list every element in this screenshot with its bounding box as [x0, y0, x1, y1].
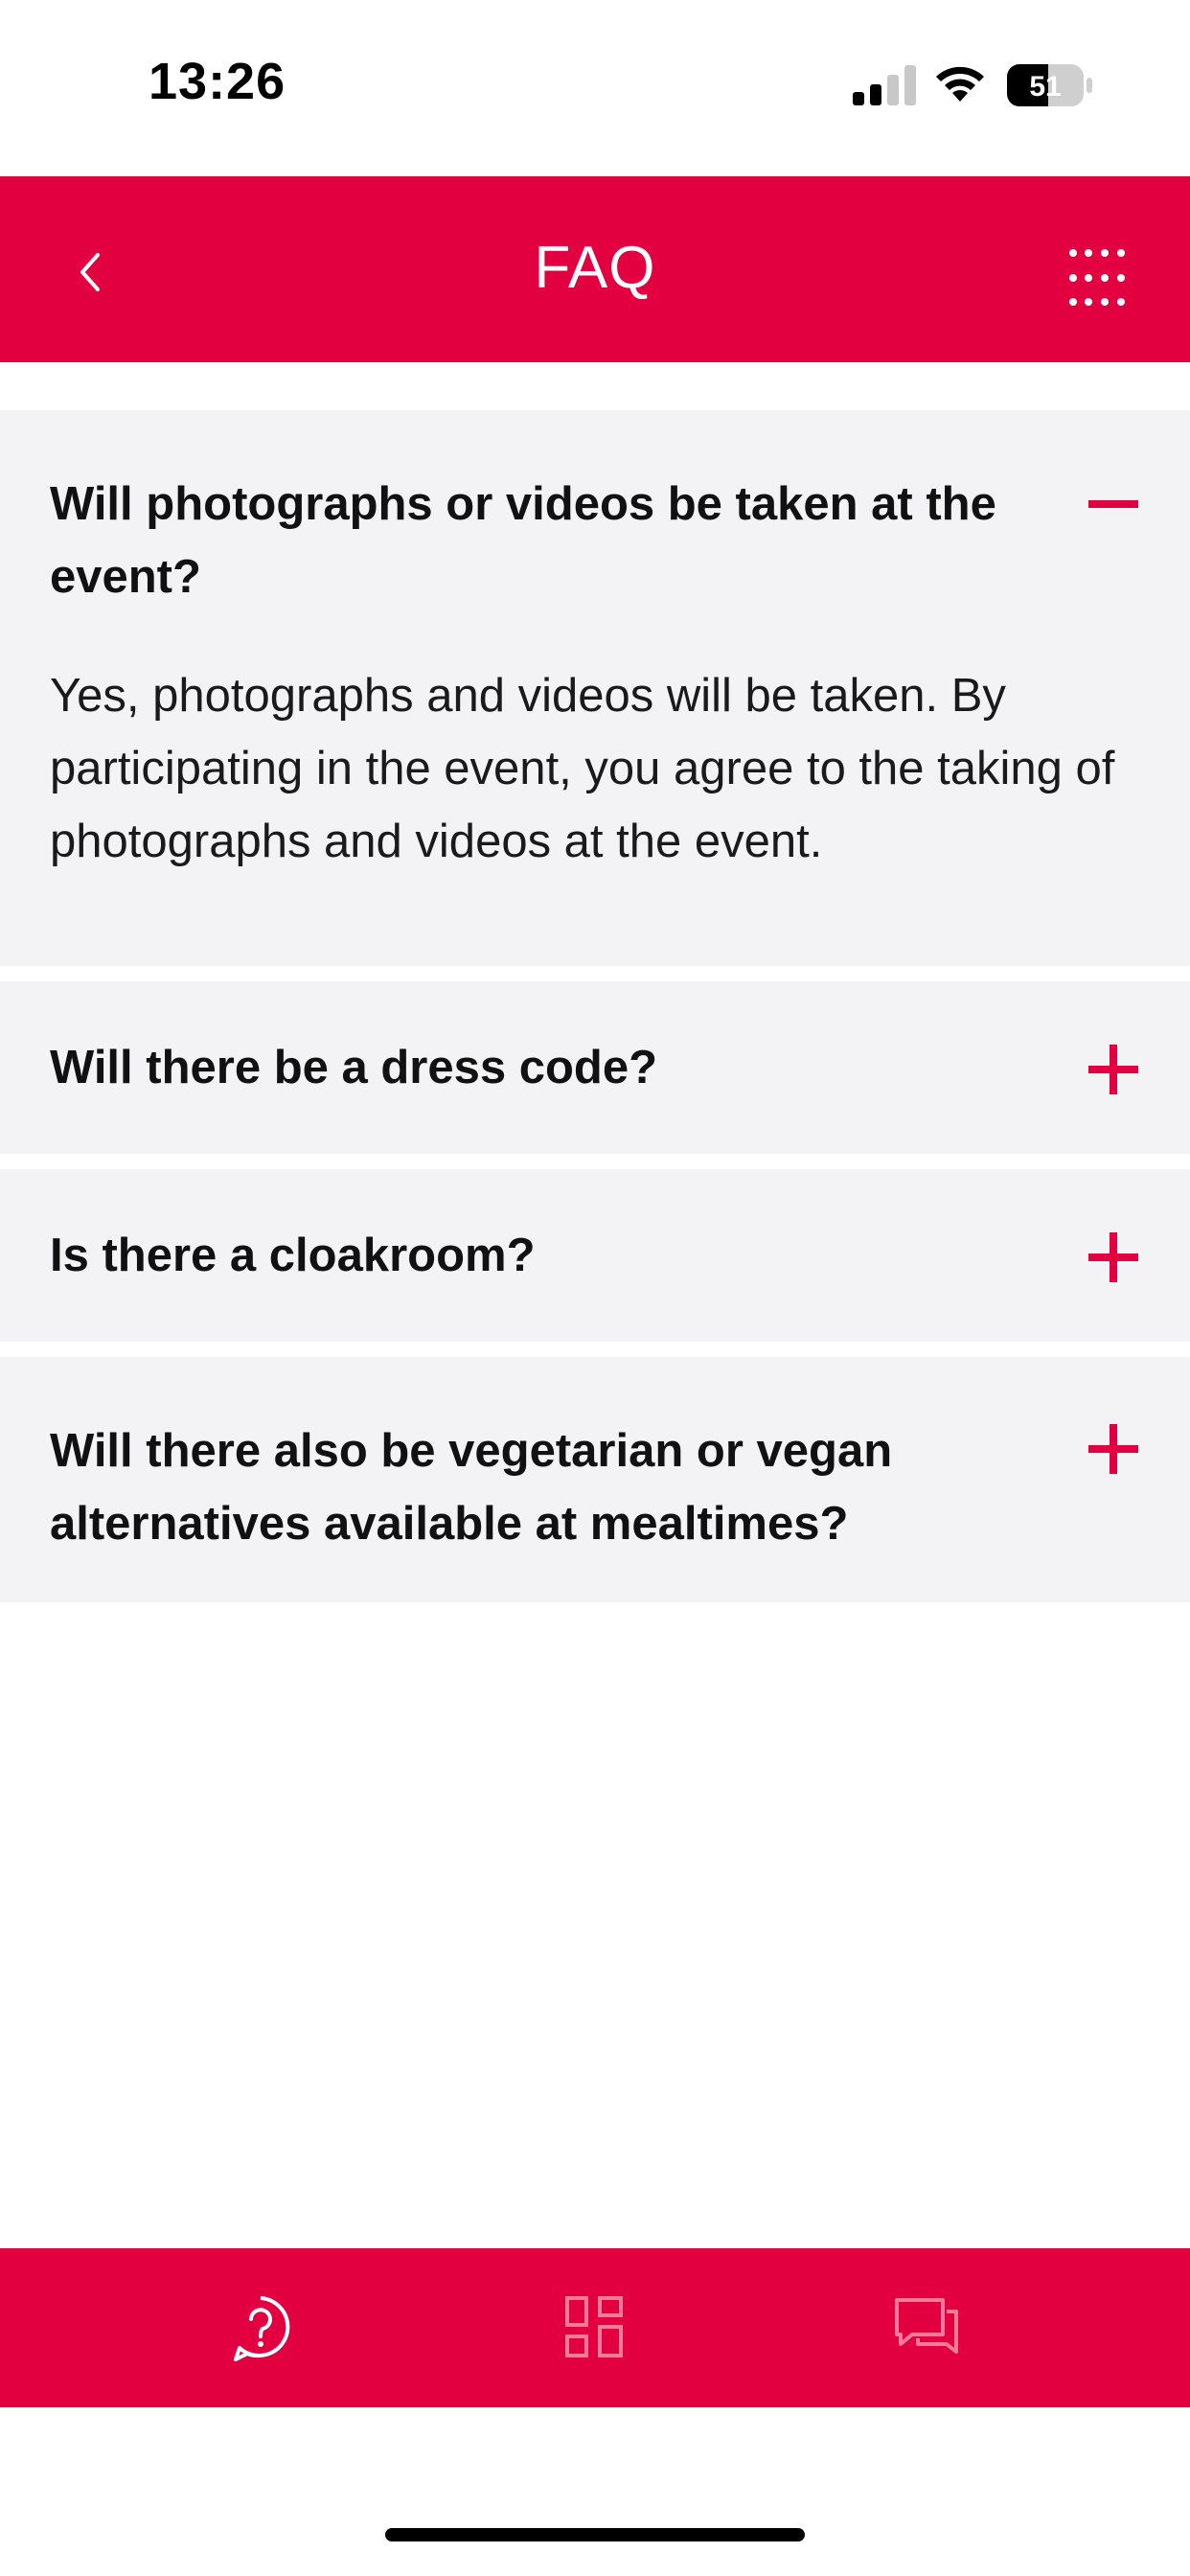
- faq-item: Will there be a dress code?: [0, 981, 1190, 1154]
- faq-item: Will photographs or videos be taken at t…: [0, 410, 1190, 966]
- minus-icon: [1088, 500, 1138, 508]
- plus-icon: [1088, 1045, 1138, 1094]
- battery-icon: 51: [1007, 64, 1092, 106]
- faq-item: Will there also be vegetarian or vegan a…: [0, 1357, 1190, 1602]
- expand-button[interactable]: [1087, 1043, 1140, 1096]
- wifi-icon: [936, 66, 984, 102]
- faq-question[interactable]: Is there a cloakroom?: [0, 1169, 1190, 1292]
- faq-question[interactable]: Will photographs or videos be taken at t…: [0, 410, 1190, 613]
- menu-button[interactable]: [1064, 243, 1131, 310]
- nav-faq[interactable]: [222, 2290, 299, 2367]
- faq-item: Is there a cloakroom?: [0, 1169, 1190, 1342]
- expand-button[interactable]: [1087, 1230, 1140, 1284]
- collapse-button[interactable]: [1087, 477, 1140, 531]
- chat-bubbles-icon: [895, 2298, 958, 2354]
- plus-icon: [1088, 1424, 1138, 1474]
- dashboard-grid-icon: [565, 2296, 623, 2358]
- battery-level: 51: [1029, 71, 1061, 103]
- home-indicator: [385, 2528, 805, 2542]
- status-time: 13:26: [149, 53, 286, 110]
- app-header: FAQ: [0, 176, 1190, 362]
- faq-answer: Yes, photographs and videos will be take…: [50, 670, 1115, 867]
- bottom-nav: [0, 2248, 1190, 2407]
- page-title: FAQ: [534, 235, 656, 301]
- plus-icon: [1088, 1232, 1138, 1282]
- grid-dots-icon: [1069, 249, 1125, 306]
- faq-question[interactable]: Will there also be vegetarian or vegan a…: [0, 1357, 1190, 1560]
- help-bubble-icon: [234, 2296, 290, 2361]
- expand-button[interactable]: [1087, 1422, 1140, 1476]
- cellular-signal-icon: [853, 65, 916, 105]
- nav-messages[interactable]: [889, 2290, 966, 2367]
- faq-list: Will photographs or videos be taken at t…: [0, 410, 1190, 1618]
- status-bar: 13:26 51: [0, 0, 1190, 176]
- faq-question[interactable]: Will there be a dress code?: [0, 981, 1190, 1104]
- nav-dashboard[interactable]: [556, 2290, 632, 2367]
